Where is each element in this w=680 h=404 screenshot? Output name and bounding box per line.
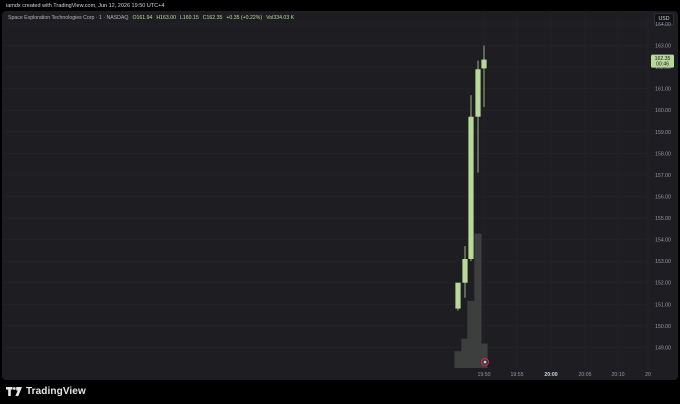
grid-lines: [2, 12, 649, 368]
time-axis-label: 20:10: [612, 372, 625, 378]
price-axis-label: 152.00: [655, 281, 671, 287]
volume-bar: [480, 343, 488, 368]
bar-countdown: 00:46: [656, 62, 669, 68]
tradingview-logo-icon: [6, 387, 22, 396]
price-axis-label: 161.00: [655, 87, 671, 93]
price-axis-label: 159.00: [655, 130, 671, 136]
time-axis-label: 19:55: [511, 372, 524, 378]
volume-bar: [454, 351, 462, 368]
time-axis-label: 20: [645, 372, 651, 378]
time-axis-label: 19:50: [478, 372, 491, 378]
price-axis-label: 160.00: [655, 108, 671, 114]
price-axis-label: 153.00: [655, 259, 671, 265]
price-axis-label: 157.00: [655, 173, 671, 179]
time-axis-label: 20:00: [544, 372, 557, 378]
price-axis-label: 156.00: [655, 194, 671, 200]
price-axis-label: 164.00: [655, 22, 671, 28]
price-axis-label: 150.00: [655, 324, 671, 330]
candle-body[interactable]: [481, 59, 487, 69]
tradingview-logo[interactable]: TradingView: [6, 386, 86, 397]
price-chart[interactable]: 164.00163.00162.00161.00160.00159.00158.…: [0, 0, 680, 404]
price-axis: 164.00163.00162.00161.00160.00159.00158.…: [655, 22, 671, 351]
price-axis-label: 151.00: [655, 302, 671, 308]
price-axis-label: 158.00: [655, 151, 671, 157]
candle-body[interactable]: [468, 116, 474, 259]
price-axis-label: 154.00: [655, 238, 671, 244]
brand-name: TradingView: [26, 386, 86, 397]
price-axis-label: 163.00: [655, 44, 671, 50]
candle-body[interactable]: [462, 258, 468, 283]
time-axis-label: 20:05: [579, 372, 592, 378]
price-axis-label: 149.00: [655, 345, 671, 351]
candles: [455, 45, 487, 311]
candle-body[interactable]: [455, 282, 461, 309]
volume-bar: [467, 300, 475, 368]
candle-body[interactable]: [475, 69, 481, 117]
price-axis-label: 155.00: [655, 216, 671, 222]
time-axis: 19:50 19:55 20:00 20:05 20:10 20: [478, 372, 651, 378]
last-price-badge: 162.35 00:46: [651, 54, 674, 68]
